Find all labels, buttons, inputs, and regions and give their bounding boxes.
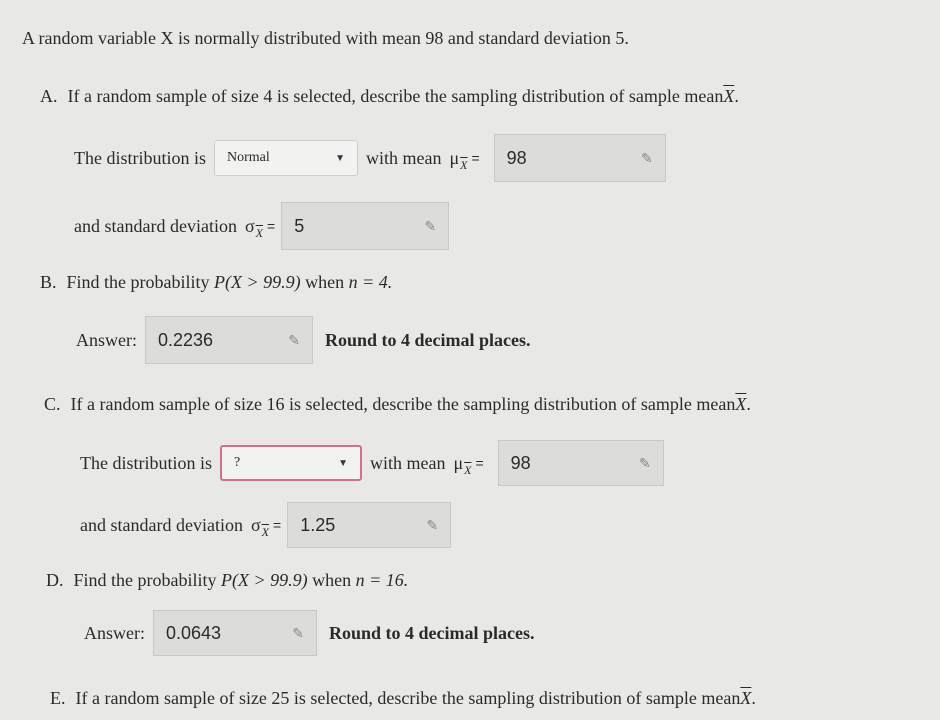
problem-page: A random variable X is normally distribu…	[0, 0, 940, 720]
sample-size: n = 16.	[355, 570, 409, 590]
equals: =	[471, 150, 480, 166]
input-value: 1.25	[300, 514, 336, 535]
sigma-symbol: σ	[250, 514, 261, 535]
x-bar-sub: X	[255, 225, 263, 240]
part-letter: C.	[44, 394, 61, 414]
sigma-symbol: σ	[244, 215, 255, 236]
equals: =	[273, 517, 282, 533]
mean-label: with mean	[370, 452, 446, 473]
part-a-question: A. If a random sample of size 4 is select…	[40, 86, 739, 106]
input-value: 5	[294, 215, 305, 236]
x-bar: X	[735, 394, 747, 414]
input-value: 0.0643	[166, 622, 222, 643]
part-c-sd-row: and standard deviation σ X = 1.25 ✎	[80, 502, 459, 548]
question-text: If a random sample of size 16 is selecte…	[70, 394, 736, 414]
equals: =	[267, 218, 276, 234]
mean-input[interactable]: 98 ✎	[493, 134, 666, 182]
input-value: 98	[510, 452, 531, 473]
round-note: Round to 4 decimal places.	[329, 622, 535, 643]
pencil-icon: ✎	[424, 217, 437, 234]
part-letter: D.	[46, 570, 64, 590]
part-d-answer-row: Answer: 0.0643 ✎ Round to 4 decimal place…	[84, 610, 535, 656]
answer-label: Answer:	[84, 622, 145, 643]
select-value: Normal	[227, 150, 270, 165]
caret-down-icon: ▼	[338, 457, 348, 469]
caret-down-icon: ▼	[335, 152, 345, 164]
answer-input[interactable]: 0.2236 ✎	[145, 316, 313, 364]
x-bar: X	[740, 688, 752, 708]
part-b-question: B. Find the probability P(X > 99.9) when …	[40, 272, 392, 293]
input-value: 0.2236	[158, 329, 214, 350]
part-a-sd-row: and standard deviation σ X = 5 ✎	[74, 202, 457, 250]
probability-expression: P(X > 99.9)	[214, 272, 301, 292]
question-text: Find the probability	[73, 570, 217, 590]
sample-size: n = 4.	[348, 272, 393, 292]
answer-input[interactable]: 0.0643 ✎	[153, 610, 317, 656]
part-letter: E.	[50, 688, 66, 708]
x-bar: X	[723, 86, 735, 106]
part-b-answer-row: Answer: 0.2236 ✎ Round to 4 decimal place…	[76, 316, 531, 364]
part-letter: B.	[40, 272, 57, 292]
pencil-icon: ✎	[292, 624, 304, 641]
distribution-label: The distribution is	[74, 147, 206, 168]
mu-symbol: μ	[453, 452, 464, 473]
x-bar-sub: X	[261, 524, 269, 539]
input-value: 98	[506, 147, 527, 168]
question-text: If a random sample of size 4 is selected…	[67, 86, 724, 106]
mu-symbol: μ	[449, 147, 460, 168]
pencil-icon: ✎	[426, 516, 439, 533]
distribution-select[interactable]: Normal ▼	[214, 140, 358, 176]
when-text: when	[312, 570, 352, 590]
part-letter: A.	[40, 86, 58, 106]
answer-label: Answer:	[76, 329, 137, 350]
when-text: when	[305, 272, 345, 292]
equals: =	[475, 455, 484, 471]
part-c-question: C. If a random sample of size 16 is selec…	[44, 394, 751, 414]
pencil-icon: ✎	[288, 331, 300, 348]
sd-label: and standard deviation	[80, 514, 243, 535]
select-value: ?	[234, 455, 241, 470]
round-note: Round to 4 decimal places.	[325, 329, 531, 350]
pencil-icon: ✎	[640, 149, 653, 166]
part-c-distribution-row: The distribution is ? ▼ with mean μ X = 98 ✎	[80, 440, 672, 486]
part-a-distribution-row: The distribution is Normal ▼ with mean μX…	[74, 134, 674, 182]
question-text: If a random sample of size 25 is selecte…	[75, 688, 741, 708]
pencil-icon: ✎	[638, 454, 651, 471]
distribution-label: The distribution is	[80, 452, 212, 473]
part-d-question: D. Find the probability P(X > 99.9) when …	[46, 570, 408, 591]
question-text: Find the probability	[66, 272, 210, 292]
intro-text: A random variable X is normally distribu…	[22, 28, 629, 48]
mean-label: with mean	[366, 147, 442, 168]
distribution-select[interactable]: ? ▼	[220, 445, 362, 481]
x-bar-sub: X	[464, 462, 472, 477]
sd-input[interactable]: 5 ✎	[281, 202, 450, 250]
probability-expression: P(X > 99.9)	[221, 570, 308, 590]
mean-input[interactable]: 98 ✎	[497, 440, 664, 486]
sd-label: and standard deviation	[74, 215, 237, 236]
sd-input[interactable]: 1.25 ✎	[287, 502, 452, 548]
x-bar-sub: X	[460, 157, 468, 172]
part-e-question: E. If a random sample of size 25 is selec…	[50, 688, 756, 708]
